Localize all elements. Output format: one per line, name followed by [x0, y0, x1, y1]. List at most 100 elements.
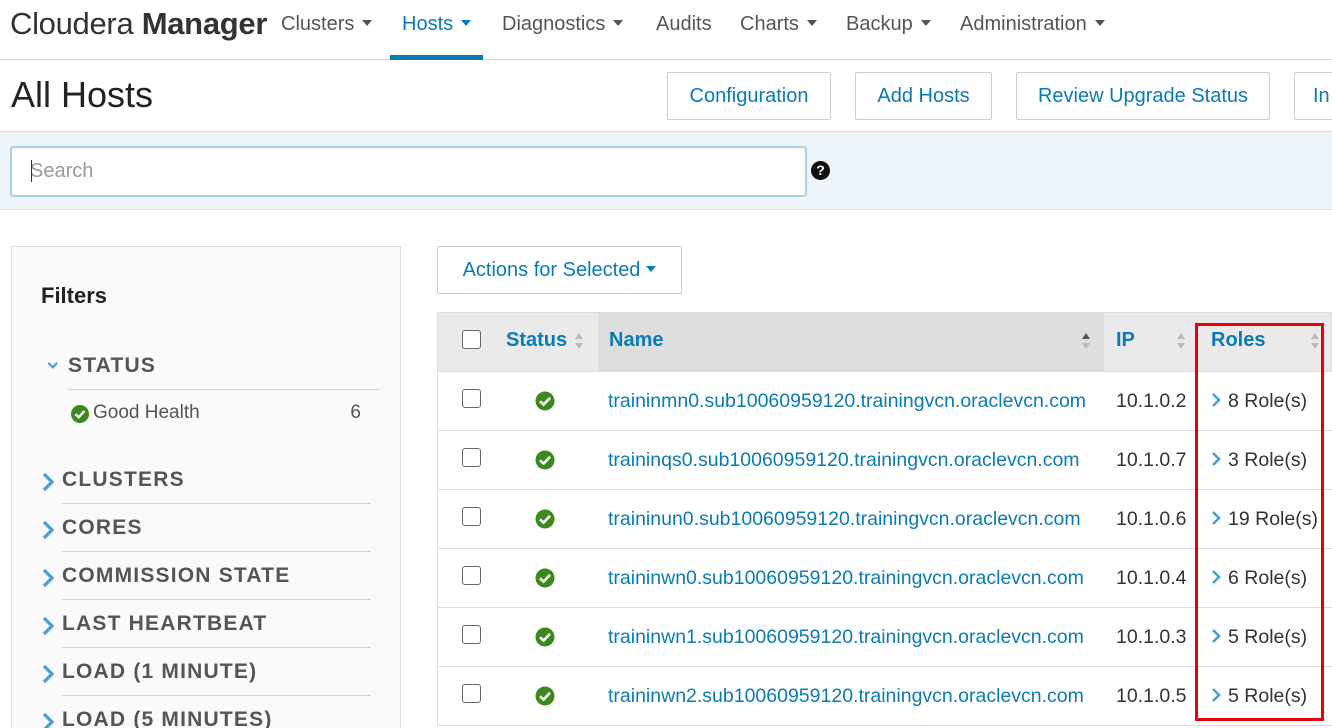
host-ip: 10.1.0.4 — [1116, 567, 1187, 589]
chevron-right-icon — [1212, 452, 1221, 466]
actions-label: Actions for Selected — [462, 258, 641, 281]
filters-panel: Filters STATUS Good Health 6 CLUSTERS CO… — [11, 246, 401, 728]
row-checkbox[interactable] — [462, 389, 481, 408]
sort-icon[interactable] — [1177, 333, 1185, 351]
select-all-checkbox[interactable] — [462, 330, 481, 349]
nav-audits[interactable]: Audits — [656, 0, 712, 60]
filter-group-cores[interactable]: CORES — [41, 509, 371, 557]
filter-group-load-5-minutes[interactable]: LOAD (5 MINUTES) — [41, 701, 371, 728]
column-header-name[interactable]: Name — [609, 329, 663, 352]
roles-count: 19 Role(s) — [1228, 508, 1318, 530]
filter-group-status[interactable]: STATUS — [41, 347, 379, 395]
filter-group-commission-state[interactable]: COMMISSION STATE — [41, 557, 371, 605]
nav-hosts-label: Hosts — [402, 13, 454, 35]
host-ip: 10.1.0.3 — [1116, 626, 1187, 648]
roles-toggle[interactable]: 5 Role(s) — [1211, 626, 1307, 649]
row-checkbox[interactable] — [462, 625, 481, 644]
host-name-link[interactable]: traininwn0.sub10060959120.trainingvcn.or… — [608, 567, 1084, 590]
sort-ascending-icon[interactable] — [1082, 333, 1090, 351]
nav-administration[interactable]: Administration — [960, 0, 1105, 60]
nav-administration-label: Administration — [960, 13, 1087, 35]
review-upgrade-status-button[interactable]: Review Upgrade Status — [1016, 72, 1270, 120]
filter-group-label: CLUSTERS — [62, 468, 185, 491]
column-header-roles[interactable]: Roles — [1211, 329, 1265, 352]
nav-backup-label: Backup — [846, 13, 913, 35]
nav-hosts[interactable]: Hosts — [389, 0, 484, 60]
caret-down-icon — [613, 20, 624, 27]
filter-group-label: COMMISSION STATE — [62, 564, 291, 587]
nav-clusters-label: Clusters — [281, 13, 355, 35]
roles-toggle[interactable]: 3 Role(s) — [1211, 449, 1307, 472]
row-checkbox[interactable] — [462, 448, 481, 467]
sorted-column-bg — [598, 313, 1104, 372]
add-hosts-button[interactable]: Add Hosts — [855, 72, 992, 120]
chevron-right-icon — [1212, 688, 1221, 702]
check-circle-icon — [71, 405, 89, 423]
table-row[interactable]: traininwn0.sub10060959120.trainingvcn.or… — [437, 549, 1332, 608]
row-checkbox[interactable] — [462, 566, 481, 585]
roles-count: 5 Role(s) — [1228, 685, 1308, 707]
host-name-link[interactable]: traininwn1.sub10060959120.trainingvcn.or… — [608, 626, 1084, 649]
sort-icon[interactable] — [575, 333, 583, 351]
good-health-icon — [535, 568, 555, 588]
nav-charts-label: Charts — [740, 13, 799, 35]
chevron-right-icon — [42, 568, 55, 588]
nav-charts[interactable]: Charts — [740, 0, 817, 60]
search-bar-area: ? — [0, 131, 1332, 210]
text-cursor — [31, 160, 32, 182]
nav-diagnostics[interactable]: Diagnostics — [502, 0, 624, 60]
table-row[interactable]: traininqs0.sub10060959120.trainingvcn.or… — [437, 431, 1332, 490]
chevron-right-icon — [42, 616, 55, 636]
roles-count: 8 Role(s) — [1228, 390, 1308, 412]
divider — [68, 389, 379, 390]
host-name-link[interactable]: traininwn2.sub10060959120.trainingvcn.or… — [608, 685, 1084, 708]
chevron-right-icon — [1212, 511, 1221, 525]
column-header-status[interactable]: Status — [506, 329, 567, 352]
table-row[interactable]: traininun0.sub10060959120.trainingvcn.or… — [437, 490, 1332, 549]
divider — [62, 695, 371, 696]
row-checkbox[interactable] — [462, 507, 481, 526]
chevron-right-icon — [42, 520, 55, 540]
filter-group-last-heartbeat[interactable]: LAST HEARTBEAT — [41, 605, 371, 653]
brand-logo[interactable]: Cloudera Manager — [10, 6, 267, 42]
host-name-link[interactable]: traininqs0.sub10060959120.trainingvcn.or… — [608, 449, 1080, 472]
host-name-link[interactable]: traininun0.sub10060959120.trainingvcn.or… — [608, 508, 1081, 531]
nav-clusters[interactable]: Clusters — [281, 0, 373, 60]
table-row[interactable]: traininmn0.sub10060959120.trainingvcn.or… — [437, 372, 1332, 431]
good-health-icon — [535, 509, 555, 529]
filter-group-clusters[interactable]: CLUSTERS — [41, 461, 371, 509]
filter-good-health[interactable]: Good Health 6 — [71, 401, 361, 427]
search-input[interactable] — [10, 146, 807, 197]
divider — [62, 599, 371, 600]
column-header-ip[interactable]: IP — [1116, 329, 1135, 352]
roles-toggle[interactable]: 8 Role(s) — [1211, 390, 1307, 413]
table-row[interactable]: traininwn1.sub10060959120.trainingvcn.or… — [437, 608, 1332, 667]
sort-icon[interactable] — [1311, 333, 1319, 351]
good-health-icon — [535, 450, 555, 470]
table-row[interactable]: traininwn2.sub10060959120.trainingvcn.or… — [437, 667, 1332, 726]
roles-count: 3 Role(s) — [1228, 449, 1308, 471]
caret-down-icon — [646, 265, 657, 272]
truncated-header-button[interactable]: In — [1294, 72, 1332, 120]
roles-toggle[interactable]: 5 Role(s) — [1211, 685, 1307, 708]
actions-for-selected-button[interactable]: Actions for Selected — [437, 246, 682, 294]
roles-toggle[interactable]: 6 Role(s) — [1211, 567, 1307, 590]
host-name-link[interactable]: traininmn0.sub10060959120.trainingvcn.or… — [608, 390, 1086, 413]
nav-backup[interactable]: Backup — [846, 0, 931, 60]
filter-group-load-1-minute[interactable]: LOAD (1 MINUTE) — [41, 653, 371, 701]
caret-down-icon — [1094, 20, 1105, 27]
configuration-button[interactable]: Configuration — [667, 72, 831, 120]
host-ip: 10.1.0.5 — [1116, 685, 1187, 707]
filter-group-label: LOAD (5 MINUTES) — [62, 708, 273, 728]
roles-count: 5 Role(s) — [1228, 626, 1308, 648]
filter-item-count: 6 — [350, 402, 361, 423]
question-circle-icon[interactable]: ? — [811, 161, 830, 180]
roles-toggle[interactable]: 19 Role(s) — [1211, 508, 1318, 531]
filter-item-label: Good Health — [93, 402, 200, 423]
chevron-right-icon — [1212, 629, 1221, 643]
hosts-table-header: Status Name IP Roles — [437, 312, 1332, 372]
filters-title: Filters — [41, 283, 108, 308]
nav-audits-label: Audits — [656, 13, 712, 35]
row-checkbox[interactable] — [462, 684, 481, 703]
filter-group-label: LOAD (1 MINUTE) — [62, 660, 258, 683]
